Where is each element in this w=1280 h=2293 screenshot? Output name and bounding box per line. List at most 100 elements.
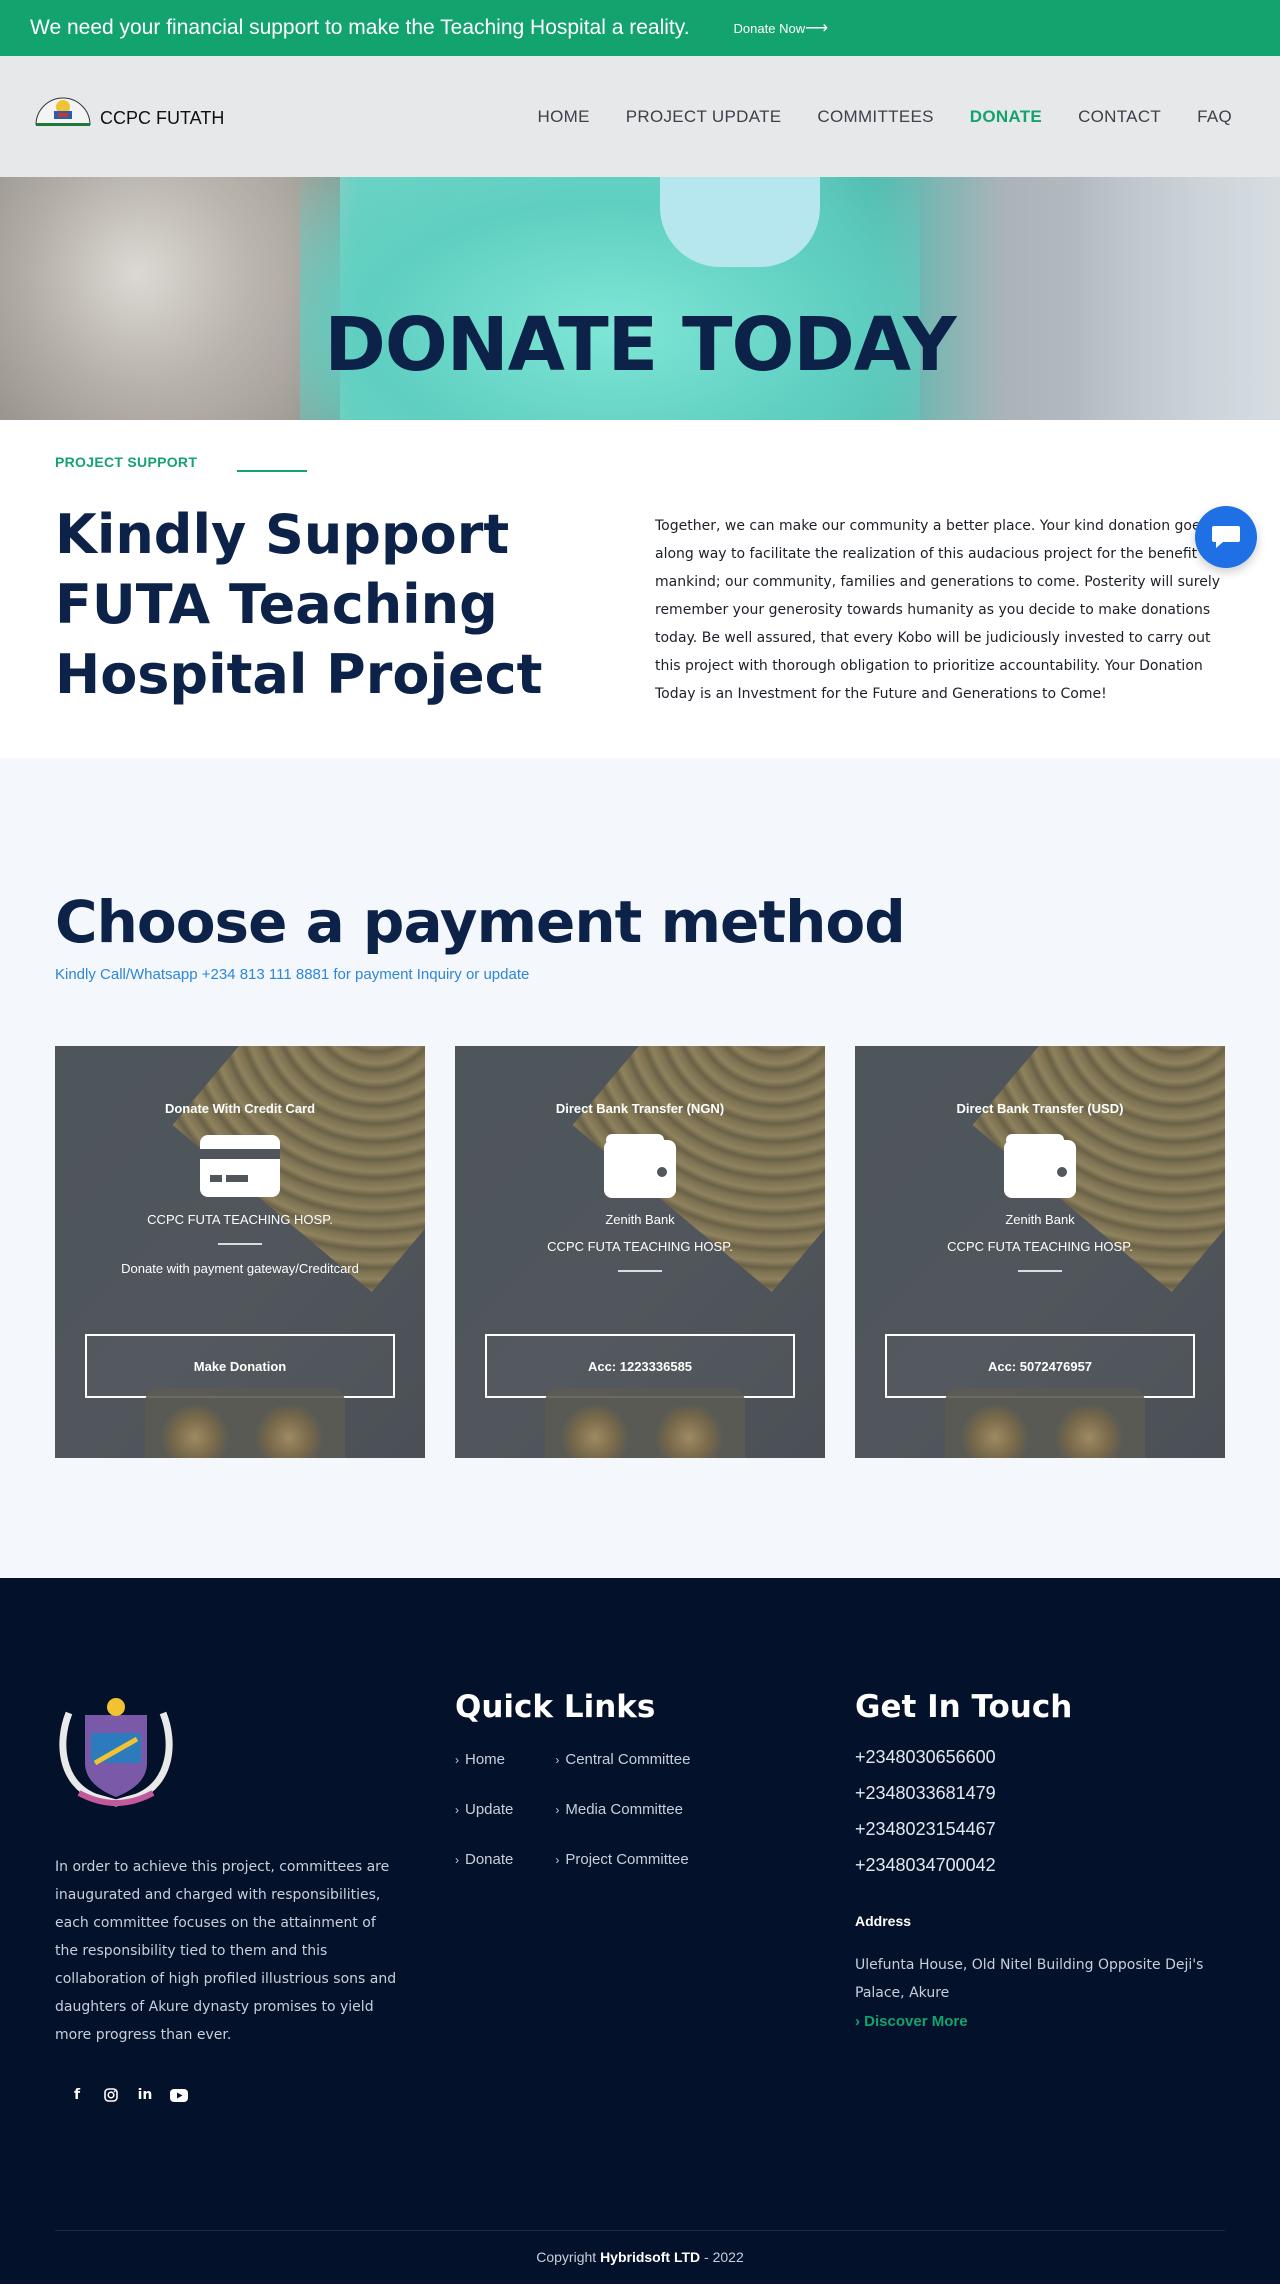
quick-links: › Home › Update › Donate › Central Committee… [455,1751,855,1901]
make-donation-button[interactable]: Make Donation [85,1334,395,1398]
phone-number[interactable]: +2348033681479 [855,1783,1225,1819]
copyright-company[interactable]: Hybridsoft LTD [600,2249,700,2265]
chevron-right-icon: › [455,1753,459,1767]
main-nav: HOME PROJECT UPDATE COMMITTEES DONATE CO… [538,107,1232,127]
quick-link-label: Donate [465,1851,514,1868]
card-content: Direct Bank Transfer (USD) Zenith Bank C… [855,1046,1225,1272]
logo-emblem-icon [35,97,91,126]
facebook-icon[interactable]: f [67,2085,87,2105]
nav-committees[interactable]: COMMITTEES [817,107,933,127]
youtube-icon[interactable] [169,2085,189,2105]
nav-donate[interactable]: DONATE [970,107,1042,127]
support-heading-line: FUTA Teaching [55,573,498,636]
section-eyebrow: PROJECT SUPPORT [55,452,655,472]
instagram-icon[interactable] [101,2085,121,2105]
banner-message: We need your financial support to make t… [30,16,690,39]
nav-contact[interactable]: CONTACT [1078,107,1161,127]
card-account-name: CCPC FUTA TEACHING HOSP. [947,1239,1133,1254]
card-content: Donate With Credit Card CCPC FUTA TEACHI… [55,1046,425,1276]
top-banner: We need your financial support to make t… [0,0,1280,56]
discover-more-link[interactable]: › Discover More [855,2013,1225,2030]
arrow-right-icon: ⟶ [805,20,829,37]
quick-link-donate[interactable]: › Donate [455,1851,513,1901]
support-heading: Kindly Support FUTA Teaching Hospital Pr… [55,500,655,710]
site-header: CCPC FUTATH HOME PROJECT UPDATE COMMITTE… [0,56,1280,177]
card-divider [1018,1270,1062,1272]
copyright-suffix: - 2022 [704,2249,744,2265]
card-detail: Donate with payment gateway/Creditcard [121,1261,359,1276]
copyright-bar: Copyright Hybridsoft LTD - 2022 [55,2230,1225,2265]
card-account-name: CCPC FUTA TEACHING HOSP. [147,1212,333,1227]
donate-now-link[interactable]: Donate Now⟶ [734,18,828,38]
card-account-name: CCPC FUTA TEACHING HOSP. [547,1239,733,1254]
nav-project-update[interactable]: PROJECT UPDATE [626,107,782,127]
chevron-right-icon: › [855,2013,865,2030]
contact-heading: Get In Touch [855,1689,1073,1725]
footer-about-text: In order to achieve this project, commit… [55,1859,397,2043]
phone-number[interactable]: +2348023154467 [855,1819,1225,1855]
address-text: Ulefunta House, Old Nitel Building Oppos… [855,1957,1204,2001]
account-number-button[interactable]: Acc: 5072476957 [885,1334,1195,1398]
support-heading-line: Kindly Support [55,503,510,566]
chat-bubble-icon [1212,526,1240,548]
hero-banner: DONATE TODAY [0,177,1280,420]
quick-link-project-committee[interactable]: › Project Committee [555,1851,690,1901]
site-logo[interactable]: CCPC FUTATH [32,97,225,129]
donate-now-label: Donate Now [733,21,806,36]
card-bank-name: Zenith Bank [1005,1212,1075,1227]
nav-home[interactable]: HOME [538,107,590,127]
committee-links-list: › Central Committee › Media Committee › Pro… [555,1751,690,1901]
chevron-right-icon: › [555,1803,560,1817]
support-heading-line: Hospital Project [55,643,543,706]
account-number-button[interactable]: Acc: 1223336585 [485,1334,795,1398]
eyebrow-divider [237,470,308,472]
credit-card-icon [200,1134,280,1198]
quick-link-central-committee[interactable]: › Central Committee [555,1751,690,1801]
payment-inquiry-note: Kindly Call/Whatsapp +234 813 111 8881 f… [55,966,530,983]
support-description: Together, we can make our community a be… [655,518,1221,702]
hero-mask-shape [660,177,820,267]
chevron-right-icon: › [555,1753,560,1767]
university-crest-icon [59,1698,173,1807]
card-content: Direct Bank Transfer (NGN) Zenith Bank C… [455,1046,825,1272]
quick-link-label: Central Committee [565,1751,691,1768]
site-footer: In order to achieve this project, commit… [0,1578,1280,2284]
card-title: Donate With Credit Card [164,1101,316,1116]
payment-card-credit: Donate With Credit Card CCPC FUTA TEACHI… [55,1046,425,1458]
phone-number[interactable]: +2348034700042 [855,1855,1225,1891]
linkedin-icon[interactable]: in [135,2085,155,2105]
copyright-prefix: Copyright [536,2249,597,2265]
quick-links-heading: Quick Links [455,1689,656,1725]
payment-card-bank-ngn: Direct Bank Transfer (NGN) Zenith Bank C… [455,1046,825,1458]
card-divider [218,1243,262,1245]
quick-link-update[interactable]: › Update [455,1801,513,1851]
footer-about-column: In order to achieve this project, commit… [55,1693,455,2105]
card-bank-name: Zenith Bank [605,1212,675,1227]
project-support-section: PROJECT SUPPORT Kindly Support FUTA Teac… [0,420,1280,758]
wallet-icon [600,1134,680,1198]
logo-text: CCPC FUTATH [100,108,225,128]
quick-link-home[interactable]: › Home [455,1751,513,1801]
intro-left-column: PROJECT SUPPORT Kindly Support FUTA Teac… [55,452,655,710]
quick-link-media-committee[interactable]: › Media Committee [555,1801,690,1851]
chevron-right-icon: › [455,1853,459,1867]
nav-faq[interactable]: FAQ [1197,107,1232,127]
eyebrow-label: PROJECT SUPPORT [55,454,198,470]
card-title: Direct Bank Transfer (NGN) [555,1101,725,1116]
footer-quick-links-column: Quick Links › Home › Update › Donate › Centr… [455,1689,855,2105]
phone-list: +2348030656600 +2348033681479 +234802315… [855,1747,1225,1891]
quick-link-label: Home [465,1751,506,1768]
card-divider [618,1270,662,1272]
social-links: f in [55,2085,455,2105]
chevron-right-icon: › [455,1803,459,1817]
payment-cards: Donate With Credit Card CCPC FUTA TEACHI… [55,1046,1225,1458]
quick-link-label: Update [465,1801,514,1818]
quick-links-list: › Home › Update › Donate [455,1751,513,1901]
card-title: Direct Bank Transfer (USD) [956,1101,1124,1116]
phone-number[interactable]: +2348030656600 [855,1747,1225,1783]
chat-button[interactable] [1195,506,1257,568]
footer-columns: In order to achieve this project, commit… [55,1689,1225,2105]
quick-link-label: Project Committee [565,1851,689,1868]
payment-methods-section: Choose a payment method Kindly Call/What… [0,758,1280,1578]
hero-title: DONATE TODAY [324,302,956,388]
